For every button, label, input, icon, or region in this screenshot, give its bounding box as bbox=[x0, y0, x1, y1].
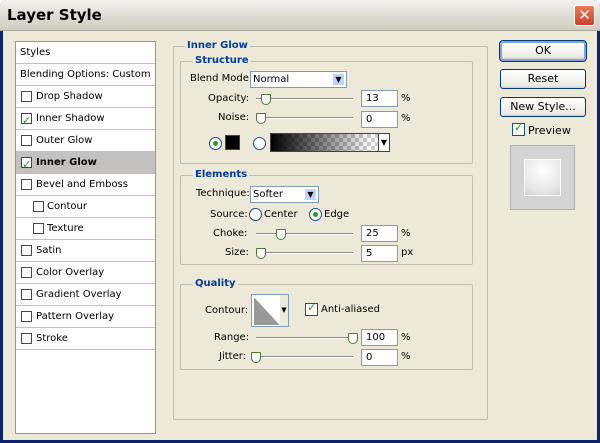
reset-button[interactable]: Reset bbox=[500, 69, 586, 89]
range-slider-track[interactable] bbox=[256, 337, 353, 339]
source-center-label: Center bbox=[264, 209, 298, 220]
source-center-radio[interactable] bbox=[249, 208, 262, 221]
stroke-checkbox[interactable] bbox=[21, 333, 32, 344]
size-field[interactable]: 5 bbox=[361, 245, 398, 262]
noise-unit: % bbox=[401, 113, 411, 124]
source-edge-label: Edge bbox=[324, 209, 350, 220]
blending-options-item[interactable]: Blending Options: Custom bbox=[16, 64, 155, 86]
window-title: Layer Style bbox=[7, 6, 102, 24]
technique-label: Technique: bbox=[196, 188, 250, 199]
bevel-emboss-item[interactable]: Bevel and Emboss bbox=[16, 174, 155, 196]
pattern-overlay-item[interactable]: Pattern Overlay bbox=[16, 306, 155, 328]
chevron-down-icon: ▼ bbox=[304, 188, 317, 201]
dialog-body: Styles Blending Options: Custom Drop Sha… bbox=[3, 31, 597, 440]
chevron-down-icon: ▼ bbox=[332, 73, 345, 86]
anti-aliased-checkbox[interactable] bbox=[305, 301, 318, 316]
blend-mode-select[interactable]: Normal ▼ bbox=[250, 71, 347, 88]
inner-shadow-checkbox[interactable] bbox=[21, 110, 32, 131]
color-overlay-item[interactable]: Color Overlay bbox=[16, 262, 155, 284]
inner-glow-checkbox[interactable] bbox=[21, 154, 32, 175]
range-unit: % bbox=[401, 332, 411, 343]
technique-select[interactable]: Softer ▼ bbox=[250, 186, 319, 203]
chevron-down-icon: ▼ bbox=[280, 295, 288, 326]
glow-gradient-picker[interactable]: ▼ bbox=[270, 133, 390, 152]
title-bar: Layer Style ✕ bbox=[0, 0, 600, 31]
opacity-unit: % bbox=[401, 93, 411, 104]
size-slider-thumb[interactable] bbox=[256, 248, 266, 259]
contour-item[interactable]: Contour bbox=[16, 196, 155, 218]
anti-aliased-label: Anti-aliased bbox=[321, 304, 381, 315]
noise-slider-thumb[interactable] bbox=[256, 113, 266, 124]
chevron-down-icon: ▼ bbox=[378, 133, 390, 152]
jitter-slider-thumb[interactable] bbox=[251, 352, 261, 363]
size-label: Size: bbox=[225, 247, 249, 258]
range-slider-thumb[interactable] bbox=[348, 333, 358, 344]
close-button[interactable]: ✕ bbox=[574, 5, 595, 26]
opacity-slider-thumb[interactable] bbox=[261, 94, 271, 105]
structure-title: Structure bbox=[193, 55, 251, 66]
satin-item[interactable]: Satin bbox=[16, 240, 155, 262]
contour-preview-icon bbox=[254, 297, 280, 325]
range-field[interactable]: 100 bbox=[361, 329, 398, 346]
outer-glow-checkbox[interactable] bbox=[21, 135, 32, 146]
bevel-emboss-checkbox[interactable] bbox=[21, 179, 32, 190]
pattern-overlay-checkbox[interactable] bbox=[21, 311, 32, 322]
outer-glow-item[interactable]: Outer Glow bbox=[16, 130, 155, 152]
satin-checkbox[interactable] bbox=[21, 245, 32, 256]
close-icon: ✕ bbox=[578, 6, 591, 24]
choke-slider-track[interactable] bbox=[256, 233, 353, 235]
source-edge-radio[interactable] bbox=[309, 208, 322, 221]
texture-checkbox[interactable] bbox=[33, 223, 44, 234]
size-unit: px bbox=[401, 247, 414, 258]
contour-picker[interactable]: ▼ bbox=[251, 294, 289, 327]
preview-swatch bbox=[524, 159, 561, 196]
styles-list: Styles Blending Options: Custom Drop Sha… bbox=[15, 41, 156, 434]
elements-title: Elements bbox=[193, 169, 250, 180]
texture-item[interactable]: Texture bbox=[16, 218, 155, 240]
noise-field[interactable]: 0 bbox=[361, 111, 398, 128]
inner-glow-title: Inner Glow bbox=[185, 40, 250, 51]
noise-label: Noise: bbox=[218, 112, 250, 123]
opacity-label: Opacity: bbox=[208, 93, 250, 104]
preview-checkbox[interactable] bbox=[512, 121, 525, 136]
inner-glow-item[interactable]: Inner Glow bbox=[16, 152, 155, 175]
quality-title: Quality bbox=[193, 278, 238, 289]
range-label: Range: bbox=[214, 332, 250, 343]
drop-shadow-checkbox[interactable] bbox=[21, 91, 32, 102]
color-overlay-checkbox[interactable] bbox=[21, 267, 32, 278]
jitter-field[interactable]: 0 bbox=[361, 349, 398, 366]
size-slider-track[interactable] bbox=[256, 252, 353, 254]
choke-field[interactable]: 25 bbox=[361, 225, 398, 242]
inner-shadow-item[interactable]: Inner Shadow bbox=[16, 108, 155, 131]
glow-color-swatch[interactable] bbox=[225, 135, 240, 150]
style-preview-thumbnail bbox=[510, 145, 575, 210]
ok-button[interactable]: OK bbox=[499, 40, 587, 62]
preview-label: Preview bbox=[528, 124, 571, 137]
gradient-overlay-item[interactable]: Gradient Overlay bbox=[16, 284, 155, 306]
layer-style-dialog: Layer Style ✕ Styles Blending Options: C… bbox=[0, 0, 600, 443]
stroke-item[interactable]: Stroke bbox=[16, 328, 155, 350]
jitter-label: Jitter: bbox=[219, 351, 247, 362]
jitter-unit: % bbox=[401, 351, 411, 362]
choke-label: Choke: bbox=[213, 228, 248, 239]
contour-label: Contour: bbox=[205, 305, 249, 316]
opacity-field[interactable]: 13 bbox=[361, 90, 398, 107]
drop-shadow-item[interactable]: Drop Shadow bbox=[16, 86, 155, 108]
contour-checkbox[interactable] bbox=[33, 201, 44, 212]
styles-header[interactable]: Styles bbox=[16, 42, 155, 64]
choke-unit: % bbox=[401, 228, 411, 239]
source-label: Source: bbox=[210, 209, 248, 220]
jitter-slider-track[interactable] bbox=[256, 356, 353, 358]
choke-slider-thumb[interactable] bbox=[276, 229, 286, 240]
blend-mode-label: Blend Mode: bbox=[190, 73, 253, 84]
new-style-button[interactable]: New Style... bbox=[500, 97, 586, 117]
noise-slider-track[interactable] bbox=[256, 117, 353, 119]
gradient-mode-radio[interactable] bbox=[253, 137, 266, 150]
color-mode-radio[interactable] bbox=[209, 137, 222, 150]
gradient-overlay-checkbox[interactable] bbox=[21, 289, 32, 300]
